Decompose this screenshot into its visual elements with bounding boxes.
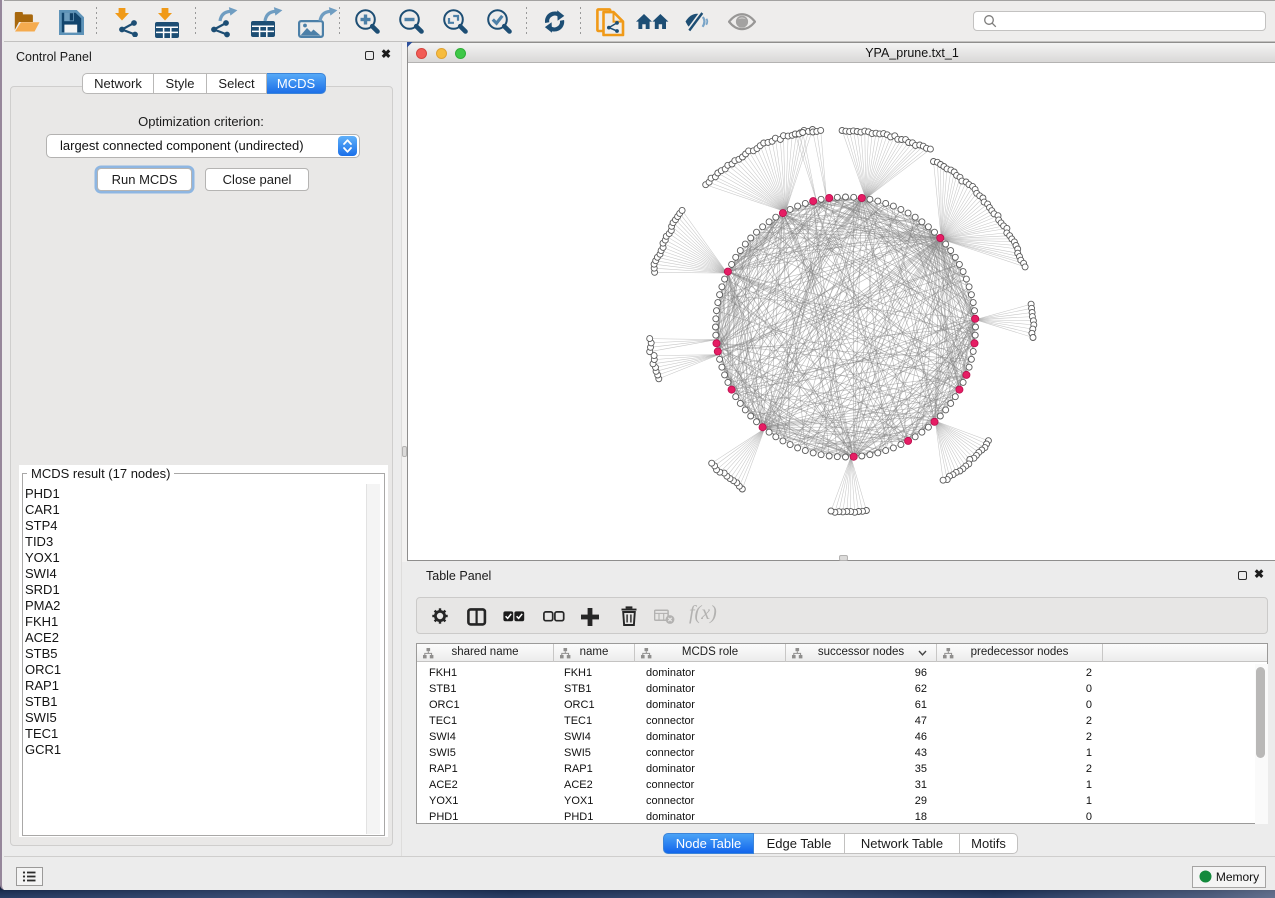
svg-text:f(x): f(x) [689, 602, 717, 624]
